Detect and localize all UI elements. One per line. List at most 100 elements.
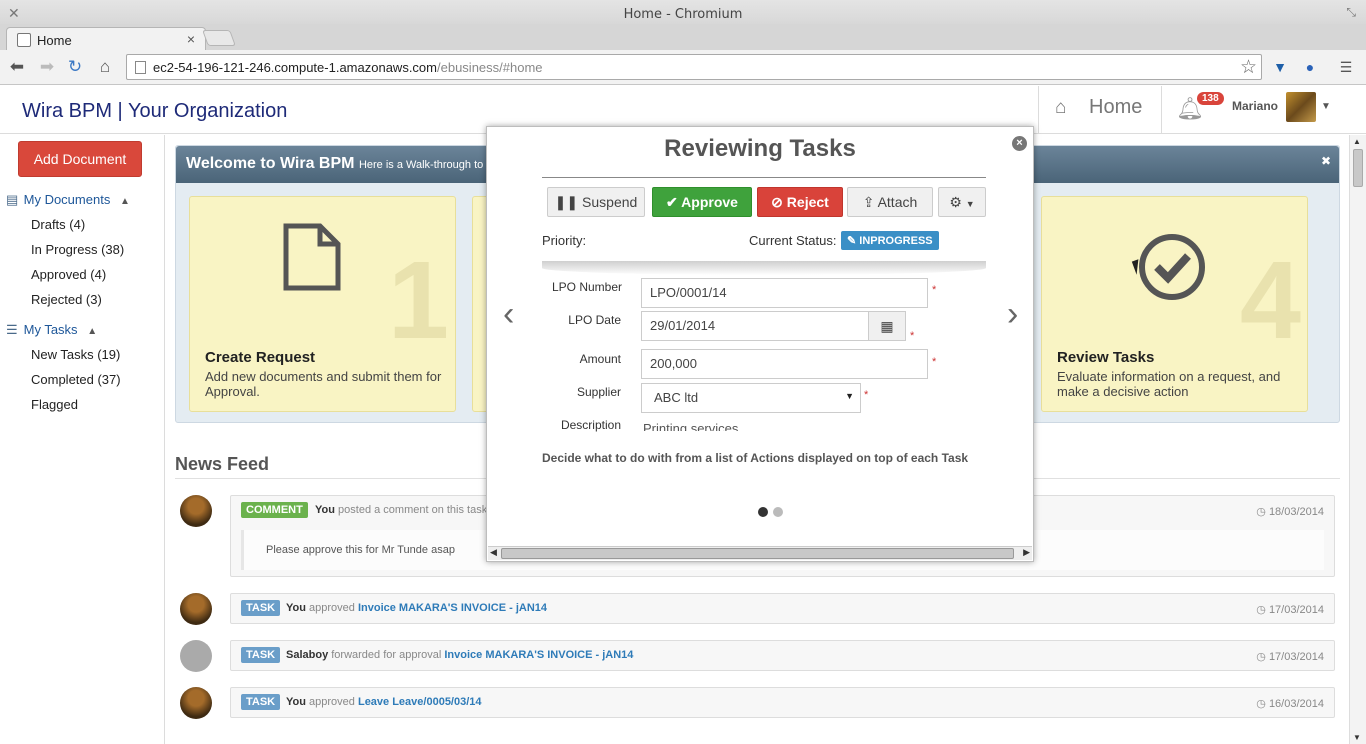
feed-box: TASK Salaboy forwarded for approval Invo… (230, 640, 1335, 671)
forward-icon[interactable]: ➡ (36, 56, 58, 78)
required-marker: * (910, 330, 915, 342)
feed-text: You approved Leave Leave/0005/03/14 (286, 696, 482, 708)
description-field[interactable]: Printing services (643, 421, 933, 431)
scroll-thumb[interactable] (501, 548, 1014, 559)
divider (542, 177, 986, 178)
feed-actor: Salaboy (286, 649, 329, 661)
calendar-icon[interactable]: ▦ (868, 311, 906, 341)
back-icon[interactable]: ⬅ (6, 56, 28, 78)
settings-dropdown-button[interactable]: ⚙ ▼ (938, 187, 986, 217)
feed-date: ◷ 17/03/2014 (1256, 651, 1324, 663)
tab-close-icon[interactable]: × (187, 31, 195, 47)
description-label: Description (560, 418, 621, 432)
attach-label: Attach (877, 194, 918, 210)
new-tab-button[interactable] (202, 30, 236, 46)
supplier-select[interactable]: ABC ltd ▼ (641, 383, 861, 413)
amount-label: Amount (579, 352, 621, 366)
user-avatar[interactable] (1286, 92, 1316, 122)
feed-label: TASK (241, 647, 281, 663)
walkthrough-card-review[interactable]: 4 Review Tasks Evaluate information on a… (1041, 196, 1308, 412)
card-description: Evaluate information on a request, and m… (1057, 369, 1281, 399)
current-status-label: Current Status: (749, 233, 837, 248)
file-icon (282, 222, 342, 308)
lpo-date-label: LPO Date (568, 313, 621, 327)
feed-actor: You (315, 504, 335, 516)
sidebar-item-completed[interactable]: Completed (37) (31, 372, 121, 387)
lpo-date-field[interactable]: 29/01/2014 (641, 311, 869, 341)
avatar (180, 495, 212, 527)
chrome-menu-icon[interactable]: ☰ (1336, 57, 1356, 77)
feed-date-text: 17/03/2014 (1268, 651, 1324, 663)
gear-icon: ⚙ (949, 194, 962, 210)
lpo-number-field[interactable]: LPO/0001/14 (641, 278, 928, 308)
sidebar-item-approved[interactable]: Approved (4) (31, 267, 106, 282)
carousel-dot[interactable] (773, 507, 783, 517)
add-document-button[interactable]: Add Document (18, 141, 142, 177)
feed-label: TASK (241, 694, 281, 710)
reload-icon[interactable]: ↻ (64, 56, 86, 78)
home-nav-button[interactable]: ⌂ Home (1038, 86, 1162, 134)
scroll-right-icon[interactable]: ▶ (1023, 547, 1030, 558)
news-feed-title: News Feed (175, 454, 270, 474)
approve-label: Approve (681, 194, 738, 210)
reject-button[interactable]: ⊘ Reject (757, 187, 843, 217)
feed-action: approved (309, 696, 355, 708)
suspend-button[interactable]: ❚❚ Suspend (547, 187, 645, 217)
scroll-thumb[interactable] (1353, 149, 1363, 187)
scroll-down-icon[interactable]: ▼ (1353, 733, 1361, 742)
extension-person-icon[interactable]: ● (1300, 57, 1320, 77)
card-description: Add new documents and submit them for Ap… (205, 369, 442, 399)
card-title: Review Tasks (1057, 349, 1155, 366)
status-badge: ✎ INPROGRESS (841, 231, 939, 250)
previous-slide-icon[interactable]: ‹ (503, 295, 514, 334)
modal-close-icon[interactable]: × (1012, 136, 1027, 151)
page-icon (135, 61, 146, 74)
feed-link[interactable]: Invoice MAKARA'S INVOICE - jAN14 (444, 649, 633, 661)
feed-text: Salaboy forwarded for approval Invoice M… (286, 649, 633, 661)
scroll-up-icon[interactable]: ▲ (1353, 137, 1361, 146)
walkthrough-card-create[interactable]: 1 Create Request Add new documents and s… (189, 196, 456, 412)
sidebar-item-flagged[interactable]: Flagged (31, 397, 78, 412)
home-icon[interactable]: ⌂ (94, 56, 116, 78)
extension-vee-icon[interactable]: ▼ (1270, 57, 1290, 77)
ban-icon: ⊘ (771, 194, 783, 210)
avatar (180, 687, 212, 719)
attach-button[interactable]: ⇪ Attach (847, 187, 933, 217)
scroll-left-icon[interactable]: ◀ (490, 547, 497, 558)
sidebar-item-in-progress[interactable]: In Progress (38) (31, 242, 124, 257)
home-nav-icon: ⌂ (1055, 97, 1067, 118)
section-shadow (542, 261, 986, 275)
my-tasks-section[interactable]: ☰ My Tasks ▲ (6, 322, 97, 338)
feed-box: TASK You approved Invoice MAKARA'S INVOI… (230, 593, 1335, 624)
welcome-title-text: Welcome to Wira BPM (186, 155, 355, 172)
upload-icon: ⇪ (862, 194, 875, 210)
sidebar-item-drafts[interactable]: Drafts (4) (31, 217, 85, 232)
carousel-dot-active[interactable] (758, 507, 768, 517)
modal-horizontal-scrollbar[interactable]: ◀ ▶ (488, 546, 1032, 560)
pause-icon: ❚❚ (554, 194, 579, 210)
brand-title[interactable]: Wira BPM | Your Organization (22, 100, 287, 123)
required-marker: * (932, 356, 937, 368)
user-name[interactable]: Mariano (1232, 99, 1278, 113)
amount-field[interactable]: 200,000 (641, 349, 928, 379)
browser-tab-home[interactable]: Home × (6, 27, 206, 51)
caret-down-icon: ▼ (965, 199, 975, 209)
bookmark-star-icon[interactable]: ☆ (1240, 56, 1257, 79)
address-bar[interactable]: ec2-54-196-121-246.compute-1.amazonaws.c… (126, 54, 1262, 80)
my-documents-section[interactable]: ▤ My Documents ▲ (6, 192, 130, 208)
page-favicon-icon (17, 33, 31, 47)
sidebar-item-new-tasks[interactable]: New Tasks (19) (31, 347, 120, 362)
feed-text: You approved Invoice MAKARA'S INVOICE - … (286, 602, 547, 614)
welcome-close-icon[interactable]: ✖ (1321, 154, 1331, 168)
status-badge-text: INPROGRESS (859, 235, 933, 247)
sidebar-item-rejected[interactable]: Rejected (3) (31, 292, 102, 307)
feed-link[interactable]: Leave Leave/0005/03/14 (358, 696, 482, 708)
required-marker: * (864, 389, 869, 401)
page-scrollbar[interactable]: ▲ ▼ (1349, 135, 1366, 744)
approve-button[interactable]: ✔ Approve (652, 187, 752, 217)
feed-link[interactable]: Invoice MAKARA'S INVOICE - jAN14 (358, 602, 547, 614)
user-menu-caret-icon[interactable]: ▼ (1321, 101, 1331, 112)
window-maximize-icon[interactable]: ⤡ (1346, 5, 1356, 20)
url-path: /ebusiness/#home (437, 60, 543, 75)
next-slide-icon[interactable]: › (1007, 295, 1018, 334)
